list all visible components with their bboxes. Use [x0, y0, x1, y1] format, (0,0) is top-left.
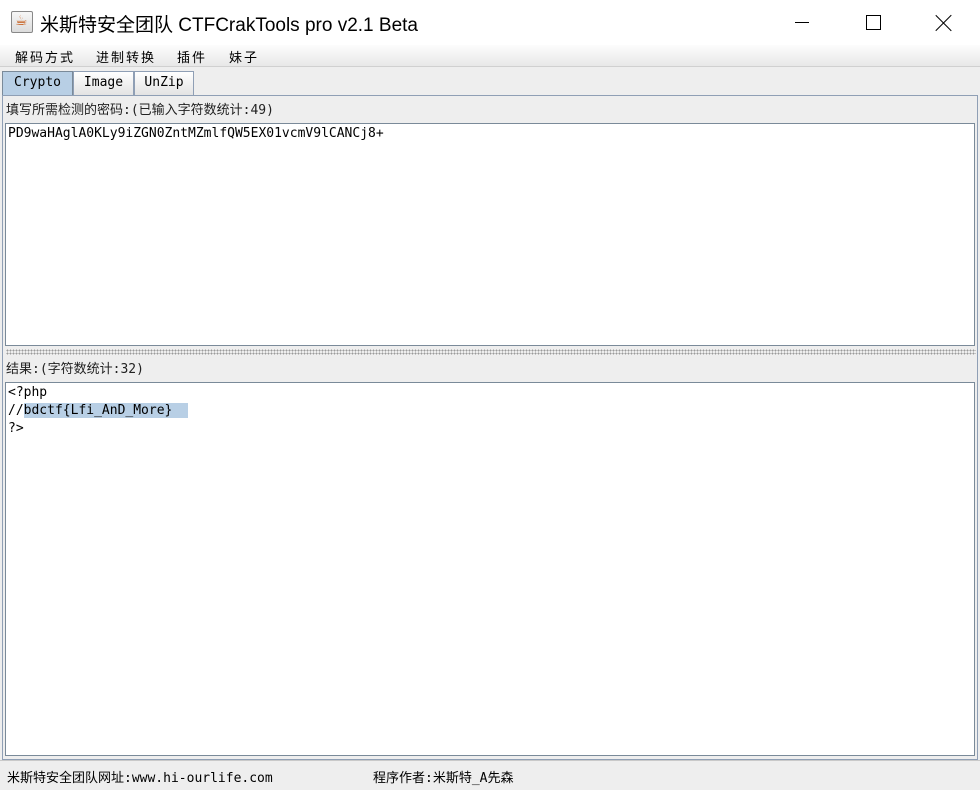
close-icon	[935, 14, 953, 32]
result-label: 结果:(字符数统计:32)	[6, 362, 144, 377]
selected-flag-text: bdctf{Lfi_AnD_More}	[23, 403, 173, 418]
menu-girls[interactable]: 妹子	[229, 47, 259, 66]
result-output[interactable]: <?php //bdctf{Lfi_AnD_More} ?>	[5, 382, 975, 756]
close-button[interactable]	[921, 0, 967, 45]
tab-unzip[interactable]: UnZip	[134, 71, 194, 95]
cipher-input[interactable]: PD9waHAglA0KLy9iZGN0ZntMZmlfQW5EX01vcmV9…	[5, 123, 975, 346]
maximize-button[interactable]	[850, 0, 896, 45]
result-line: //	[8, 403, 24, 418]
minimize-button[interactable]	[779, 0, 825, 45]
cipher-input-text: PD9waHAglA0KLy9iZGN0ZntMZmlfQW5EX01vcmV9…	[8, 126, 384, 141]
title-bar: 米斯特安全团队 CTFCrakTools pro v2.1 Beta	[0, 0, 980, 45]
input-label: 填写所需检测的密码:(已输入字符数统计:49)	[6, 103, 274, 118]
menu-plugins[interactable]: 插件	[177, 47, 207, 66]
menu-bar: 解码方式 进制转换 插件 妹子	[0, 45, 980, 67]
program-author: 程序作者:米斯特_A先森	[373, 771, 514, 786]
status-bar: 米斯特安全团队网址:www.hi-ourlife.com 程序作者:米斯特_A先…	[0, 760, 980, 790]
tab-image[interactable]: Image	[73, 71, 134, 95]
menu-decode-method[interactable]: 解码方式	[15, 47, 75, 66]
minimize-icon	[795, 22, 809, 23]
window-title: 米斯特安全团队 CTFCrakTools pro v2.1 Beta	[40, 15, 418, 36]
java-coffee-icon[interactable]	[11, 11, 33, 33]
menu-base-conversion[interactable]: 进制转换	[96, 47, 156, 66]
split-pane-divider[interactable]	[6, 349, 976, 355]
result-line: <?php	[8, 385, 48, 400]
team-website: 米斯特安全团队网址:www.hi-ourlife.com	[7, 771, 273, 786]
tab-crypto[interactable]: Crypto	[2, 71, 73, 95]
crypto-panel: 填写所需检测的密码:(已输入字符数统计:49) PD9waHAglA0KLy9i…	[2, 95, 978, 760]
result-line: ?>	[8, 421, 24, 436]
maximize-icon	[865, 15, 881, 30]
